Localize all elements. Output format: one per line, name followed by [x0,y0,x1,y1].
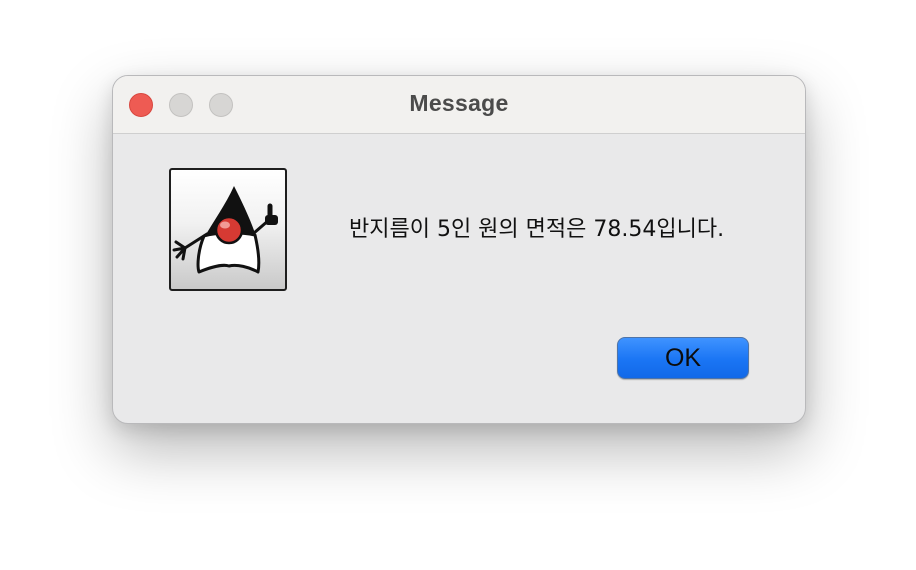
message-dialog: Message 반지름이 5인 원의 면적은 78.54입니다. OK [112,75,806,424]
title-bar[interactable]: Message [113,76,805,134]
message-text: 반지름이 5인 원의 면적은 78.54입니다. [349,217,725,242]
ok-button[interactable]: OK [617,337,749,379]
java-duke-icon [169,168,287,291]
window-title: Message [409,90,509,116]
